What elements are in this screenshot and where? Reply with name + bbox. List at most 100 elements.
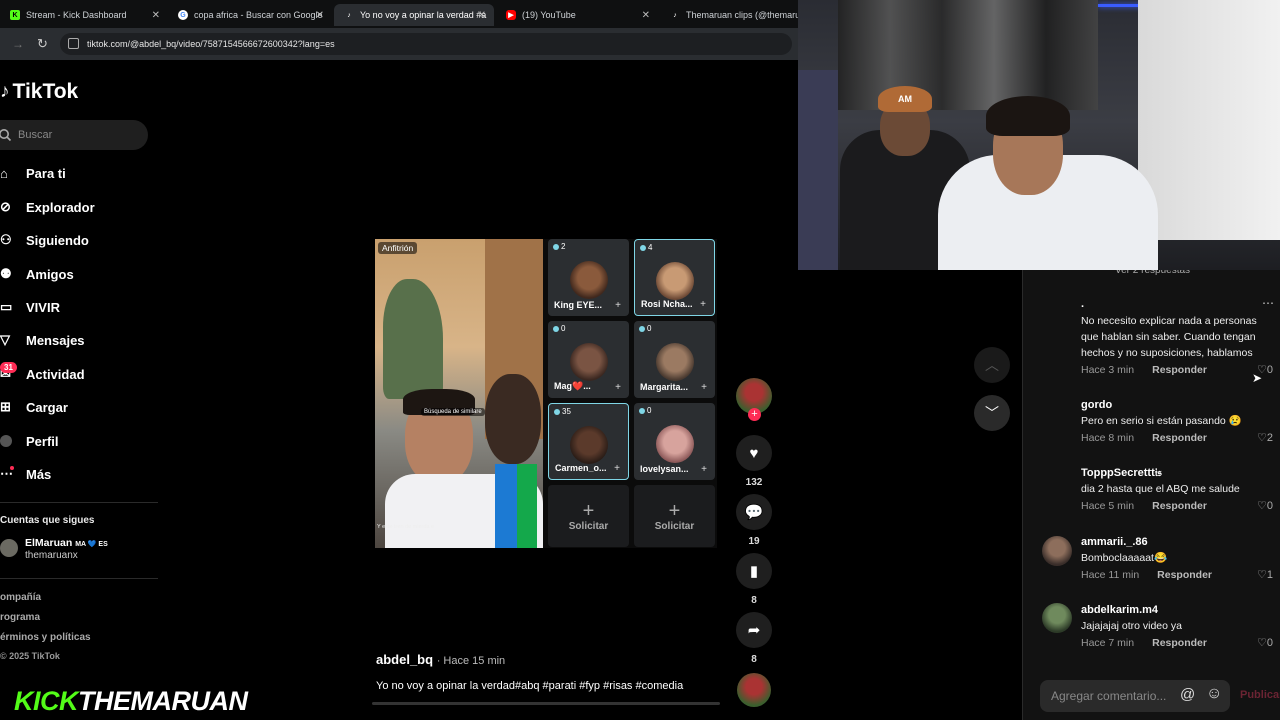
webcam-overlay: AM bbox=[798, 0, 1280, 270]
following-title: Cuentas que sigues bbox=[0, 515, 95, 526]
video-progress-bar[interactable] bbox=[372, 702, 720, 705]
mouse-cursor: ➤ bbox=[1252, 371, 1263, 385]
footer-link-program[interactable]: rograma bbox=[0, 612, 40, 623]
tab-google-search[interactable]: G copa africa - Buscar con Google ✕ bbox=[168, 4, 332, 26]
comment-username[interactable]: gordo bbox=[1081, 399, 1112, 411]
upload-icon: ⊞ bbox=[0, 399, 11, 414]
close-icon[interactable]: ✕ bbox=[152, 10, 160, 21]
search-similar-chip[interactable]: Búsqueda de similare bbox=[421, 408, 485, 416]
forward-icon[interactable]: → bbox=[12, 37, 24, 51]
sidebar-item-para-ti[interactable]: ⌂ Para ti bbox=[0, 161, 66, 185]
participant-tile[interactable]: 0 Margarita... + bbox=[634, 321, 715, 398]
sidebar-item-cargar[interactable]: ⊞ Cargar bbox=[0, 395, 68, 419]
comment-text: dia 2 hasta que el ABQ me salude bbox=[1081, 483, 1240, 495]
share-icon[interactable]: ➦ bbox=[736, 612, 772, 648]
comment-action[interactable]: 💬 19 bbox=[736, 494, 772, 547]
bookmark-icon[interactable]: ▮ bbox=[736, 553, 772, 589]
comment-text: Bomboclaaaaat😂 bbox=[1081, 552, 1168, 564]
tiktok-note-icon: ♪ bbox=[0, 81, 10, 102]
follow-plus-icon[interactable]: + bbox=[748, 408, 761, 421]
post-comment-button[interactable]: Publicar bbox=[1240, 689, 1280, 701]
participant-tile[interactable]: 2 King EYE... + bbox=[548, 239, 629, 316]
footer-link-terms[interactable]: érminos y políticas bbox=[0, 632, 91, 643]
sidebar-item-siguiendo[interactable]: ⚇ Siguiendo bbox=[0, 228, 89, 252]
person-right-hair bbox=[986, 96, 1070, 136]
comment-meta: Hace 11 min Responder bbox=[1081, 569, 1213, 581]
sidebar-item-vivir[interactable]: ▭ VIVIR bbox=[0, 295, 60, 319]
reply-button[interactable]: Responder bbox=[1152, 364, 1207, 376]
shirt-stripe bbox=[495, 464, 517, 548]
save-action[interactable]: ▮ 8 bbox=[736, 553, 772, 606]
close-icon[interactable]: ✕ bbox=[478, 10, 486, 21]
reload-icon[interactable]: ↻ bbox=[37, 36, 48, 52]
more-options-icon[interactable]: ⋯ bbox=[1262, 296, 1274, 310]
tiktok-logo[interactable]: ♪ TikTok bbox=[0, 80, 78, 104]
participant-avatar bbox=[569, 426, 608, 464]
comment-username[interactable]: ammarii._.86 bbox=[1081, 536, 1148, 548]
participant-tile[interactable]: 0 Mag❤️... + bbox=[548, 321, 629, 398]
add-icon[interactable]: + bbox=[701, 382, 707, 393]
comment-username[interactable]: . bbox=[1081, 298, 1084, 310]
participant-tile-active[interactable]: 35 Carmen_o... + bbox=[548, 403, 629, 480]
comment-like[interactable]: ♡2 bbox=[1257, 431, 1273, 444]
avatar[interactable] bbox=[1042, 536, 1072, 566]
notification-badge: 31 bbox=[0, 362, 17, 373]
like-action[interactable]: ♥ 132 bbox=[736, 435, 772, 488]
tab-themaruan-clips[interactable]: ♪ Themaruan clips (@themaruan bbox=[660, 4, 800, 26]
chevron-up-icon[interactable]: ︿ bbox=[974, 347, 1010, 383]
tab-youtube[interactable]: ▶ (19) YouTube ✕ bbox=[496, 4, 658, 26]
comment-username[interactable]: abdelkarim.m4 bbox=[1081, 604, 1158, 616]
sidebar-item-mensajes[interactable]: ▽ Mensajes bbox=[0, 328, 85, 352]
add-icon[interactable]: + bbox=[615, 382, 621, 393]
sidebar-item-perfil[interactable]: Perfil bbox=[0, 429, 59, 453]
heart-icon[interactable]: ♥ bbox=[736, 435, 772, 471]
add-icon[interactable]: + bbox=[614, 463, 620, 474]
heart-outline-icon: ♡ bbox=[1257, 637, 1267, 649]
viewer-dot-icon bbox=[639, 407, 645, 414]
request-slot-button[interactable]: + Solicitar bbox=[548, 485, 629, 547]
comment-like[interactable]: ♡0 bbox=[1257, 499, 1273, 512]
sidebar-item-explorador[interactable]: ⊘ Explorador bbox=[0, 195, 95, 219]
viewer-dot-icon bbox=[553, 325, 559, 332]
close-icon[interactable]: ✕ bbox=[316, 10, 324, 21]
close-icon[interactable]: ✕ bbox=[642, 10, 650, 21]
add-icon[interactable]: + bbox=[700, 299, 706, 310]
emoji-icon[interactable]: ☺ bbox=[1206, 685, 1222, 703]
participant-tile[interactable]: 0 lovelysan... + bbox=[634, 403, 715, 480]
site-info-icon[interactable] bbox=[68, 38, 79, 49]
sound-disc-icon[interactable] bbox=[737, 673, 771, 707]
chevron-down-icon[interactable]: ﹀ bbox=[974, 395, 1010, 431]
person-face bbox=[485, 374, 541, 464]
add-icon[interactable]: + bbox=[615, 300, 621, 311]
comment-icon[interactable]: 💬 bbox=[736, 494, 772, 530]
following-icon: ⚇ bbox=[0, 232, 12, 247]
author-link[interactable]: abdel_bq bbox=[376, 652, 433, 667]
request-slot-button[interactable]: + Solicitar bbox=[634, 485, 715, 547]
avatar[interactable] bbox=[1042, 603, 1072, 633]
viewer-dot-icon bbox=[554, 408, 560, 415]
address-bar[interactable]: tiktok.com/@abdel_bq/video/7587154566672… bbox=[60, 33, 792, 55]
add-icon[interactable]: + bbox=[701, 464, 707, 475]
following-account[interactable]: ElMaruan MA 💙 ES themaruanx bbox=[0, 537, 150, 563]
share-action[interactable]: ➦ 8 bbox=[736, 612, 772, 665]
sidebar-item-actividad[interactable]: ✉ 31 Actividad bbox=[0, 362, 85, 386]
mention-icon[interactable]: @ bbox=[1180, 686, 1195, 703]
like-count: 132 bbox=[745, 477, 763, 488]
participant-tile-active[interactable]: 4 Rosi Ncha... + bbox=[634, 239, 715, 316]
tab-kick-dashboard[interactable]: K Stream - Kick Dashboard ✕ bbox=[0, 4, 168, 26]
reply-button[interactable]: Responder bbox=[1152, 432, 1207, 444]
tab-tiktok-video[interactable]: ♪ Yo no voy a opinar la verdad #a ✕ bbox=[334, 4, 494, 26]
comment-like[interactable]: ♡1 bbox=[1257, 568, 1273, 581]
comment-input[interactable]: Agregar comentario... @ ☺ bbox=[1040, 680, 1230, 712]
search-input[interactable]: Buscar bbox=[0, 120, 148, 150]
comment-username[interactable]: TopppSecrettt𝔦𝔰 bbox=[1081, 467, 1162, 480]
reply-button[interactable]: Responder bbox=[1152, 637, 1207, 649]
reply-button[interactable]: Responder bbox=[1157, 569, 1212, 581]
live-icon: ▭ bbox=[0, 299, 13, 314]
video-player[interactable]: Anfitrión Búsqueda de similare Y este tr… bbox=[375, 239, 717, 548]
sidebar-item-amigos[interactable]: ⚉ Amigos bbox=[0, 262, 74, 286]
footer-link-company[interactable]: ompañía bbox=[0, 592, 41, 603]
comment-like[interactable]: ♡0 bbox=[1257, 636, 1273, 649]
reply-button[interactable]: Responder bbox=[1152, 500, 1207, 512]
sidebar-item-mas[interactable]: ⋯ Más bbox=[0, 462, 51, 486]
